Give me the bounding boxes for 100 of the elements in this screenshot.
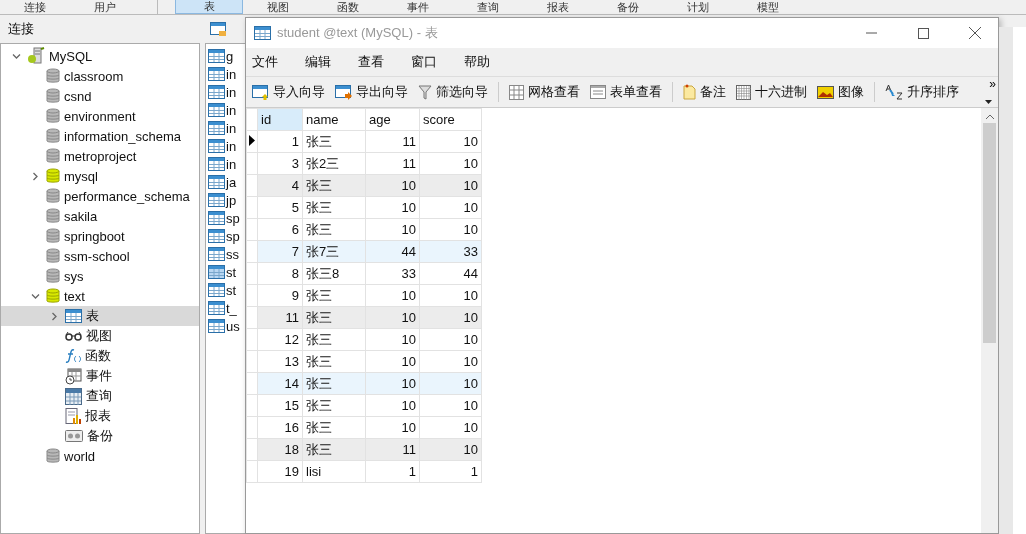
table-cell: 张三8 [302,262,366,285]
menu-item[interactable]: 帮助 [462,53,515,71]
table-cell: 11 [365,152,420,175]
tree-item[interactable]: springboot [1,226,199,246]
table-cell: 1 [365,460,420,483]
ribbon-tab[interactable]: 表 [175,0,243,14]
ribbon-tab[interactable]: 用户 [70,0,140,14]
tree-item[interactable]: information_schema [1,126,199,146]
vertical-scrollbar[interactable] [981,108,998,533]
row-header[interactable] [246,130,258,153]
table-cell: 10 [419,328,482,351]
menu-item[interactable]: 文件 [250,53,303,71]
table-item[interactable]: in [208,137,237,155]
grid-icon [736,84,751,100]
minimize-icon[interactable] [865,32,877,34]
table-cell: 10 [419,394,482,417]
table-item[interactable]: g [208,47,234,65]
dropdown-arrow-icon[interactable] [985,100,992,104]
ribbon-tab[interactable]: 连接 [0,0,70,14]
tree-item[interactable]: 事件 [1,366,199,386]
table-cell: 张2三 [302,152,366,175]
database-icon [46,88,60,104]
ribbon-tab[interactable]: 报表 [523,0,593,14]
toolbar-button[interactable]: 备注 [679,81,730,103]
tree-item[interactable]: environment [1,106,199,126]
more-button[interactable]: » [989,77,996,91]
ribbon-tab[interactable]: 模型 [733,0,803,14]
ribbon-tab[interactable]: 视图 [243,0,313,14]
ribbon-tab[interactable]: 函数 [313,0,383,14]
table-cell: 张三 [302,130,366,153]
window-title: student @text (MySQL) - 表 [277,24,439,42]
table-item[interactable]: in [208,101,237,119]
toolbar-button[interactable]: 导入向导 [248,81,329,103]
scroll-up-icon[interactable] [985,114,994,119]
table-item[interactable]: in [208,65,237,83]
toolbar-button[interactable]: 十六进制 [732,81,811,103]
table-item[interactable]: jp [208,191,237,209]
table-cell: 33 [365,262,420,285]
toolbar-button[interactable]: 表单查看 [586,81,666,103]
table-cell: 张三 [302,394,366,417]
tree-item[interactable]: sys [1,266,199,286]
database-icon [46,228,60,244]
table-item[interactable]: in [208,83,237,101]
tree-item[interactable]: ssm-school [1,246,199,266]
ribbon-tab[interactable]: 事件 [383,0,453,14]
database-icon [46,248,60,264]
image-icon [817,85,834,99]
maximize-icon[interactable] [917,27,929,39]
tree-item[interactable]: 函数 [1,346,199,366]
tree-item[interactable]: 表 [1,306,199,326]
toolbar-button[interactable]: 图像 [813,81,868,103]
toolbar-button[interactable]: 导出向导 [331,81,412,103]
toolbar-button[interactable]: 网格查看 [505,81,584,103]
tree-item[interactable]: 查询 [1,386,199,406]
table-item[interactable]: us [208,317,240,335]
column-header[interactable]: name [302,108,366,131]
table-item[interactable]: ss [208,245,239,263]
column-header[interactable]: age [365,108,420,131]
column-header[interactable]: score [419,108,482,131]
tree-item[interactable]: mysql [1,166,199,186]
table-cell: 13 [257,350,303,373]
table-item[interactable]: sp [208,227,240,245]
tree-item[interactable]: metroproject [1,146,199,166]
chevron-icon[interactable] [30,171,40,181]
tape-icon [65,430,83,442]
menu-item[interactable]: 查看 [356,53,409,71]
tree-item[interactable]: MySQL [1,46,199,66]
tree-item[interactable]: classroom [1,66,199,86]
table-item[interactable]: st [208,281,237,299]
table-item[interactable]: st [208,263,237,281]
tree-item[interactable]: performance_schema [1,186,199,206]
table-item[interactable]: ja [208,173,237,191]
table-item[interactable]: in [208,119,237,137]
tree-item[interactable]: 报表 [1,406,199,426]
tree-item[interactable]: sakila [1,206,199,226]
ribbon-tab[interactable]: 计划 [663,0,733,14]
table-item[interactable]: t_ [208,299,237,317]
database-icon [46,208,60,224]
ribbon-tab[interactable]: 查询 [453,0,523,14]
toolbar-button[interactable]: 升序排序 [881,81,963,103]
toolbar-button[interactable]: 筛选向导 [414,81,492,103]
table-cell: 10 [419,152,482,175]
menu-item[interactable]: 窗口 [409,53,462,71]
database-icon [46,148,60,164]
tree-item[interactable]: 视图 [1,326,199,346]
column-header[interactable]: id [257,108,303,131]
tree-item[interactable]: 备份 [1,426,199,446]
menu-item[interactable]: 编辑 [303,53,356,71]
close-icon[interactable] [969,27,981,39]
tree-item[interactable]: text [1,286,199,306]
table-item[interactable]: sp [208,209,240,227]
table-cell: 1 [419,460,482,483]
table-open-icon[interactable] [210,21,227,37]
table-item[interactable]: in [208,155,237,173]
tree-item[interactable]: world [1,446,199,466]
chevron-icon[interactable] [11,51,21,61]
table-icon [65,309,82,323]
ribbon-tab[interactable]: 备份 [593,0,663,14]
filter-icon [418,84,432,100]
tree-item[interactable]: csnd [1,86,199,106]
